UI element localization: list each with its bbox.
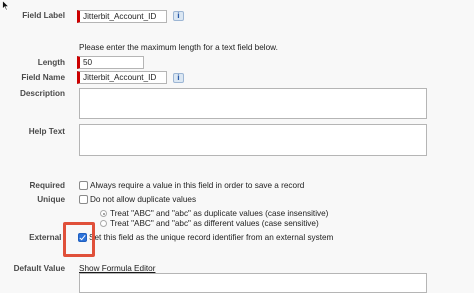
required-text: Always require a value in this field in … <box>90 181 305 190</box>
field-name-input[interactable]: Jitterbit_Account_ID <box>77 71 167 84</box>
length-hint-text: Please enter the maximum length for a te… <box>79 43 278 52</box>
highlight-box <box>63 222 95 257</box>
field-label-input[interactable]: Jitterbit_Account_ID <box>77 10 167 23</box>
info-icon[interactable]: i <box>173 73 184 83</box>
default-value-textarea[interactable] <box>79 273 427 293</box>
help-text-label: Help Text <box>28 127 65 136</box>
external-id-label: External I <box>29 233 66 242</box>
case-sensitive-radio[interactable] <box>100 220 107 227</box>
field-name-label: Field Name <box>21 73 65 82</box>
case-insensitive-radio[interactable] <box>100 210 107 217</box>
unique-checkbox[interactable] <box>79 195 88 204</box>
length-label: Length <box>37 58 65 67</box>
description-label: Description <box>19 89 65 98</box>
info-icon[interactable]: i <box>173 11 184 21</box>
help-text-textarea[interactable] <box>79 124 427 156</box>
length-input[interactable]: 50 <box>77 56 144 69</box>
required-label: Required <box>29 181 66 190</box>
unique-label: Unique <box>37 195 65 204</box>
field-label-label: Field Label <box>22 11 65 20</box>
description-textarea[interactable] <box>79 88 427 119</box>
required-checkbox[interactable] <box>79 181 88 190</box>
default-value-label: Default Value <box>13 264 65 273</box>
external-id-text: Set this field as the unique record iden… <box>89 233 334 242</box>
unique-text: Do not allow duplicate values <box>90 195 197 204</box>
mouse-cursor-icon <box>2 0 10 11</box>
case-sensitive-text: Treat "ABC" and "abc" as different value… <box>110 219 319 228</box>
